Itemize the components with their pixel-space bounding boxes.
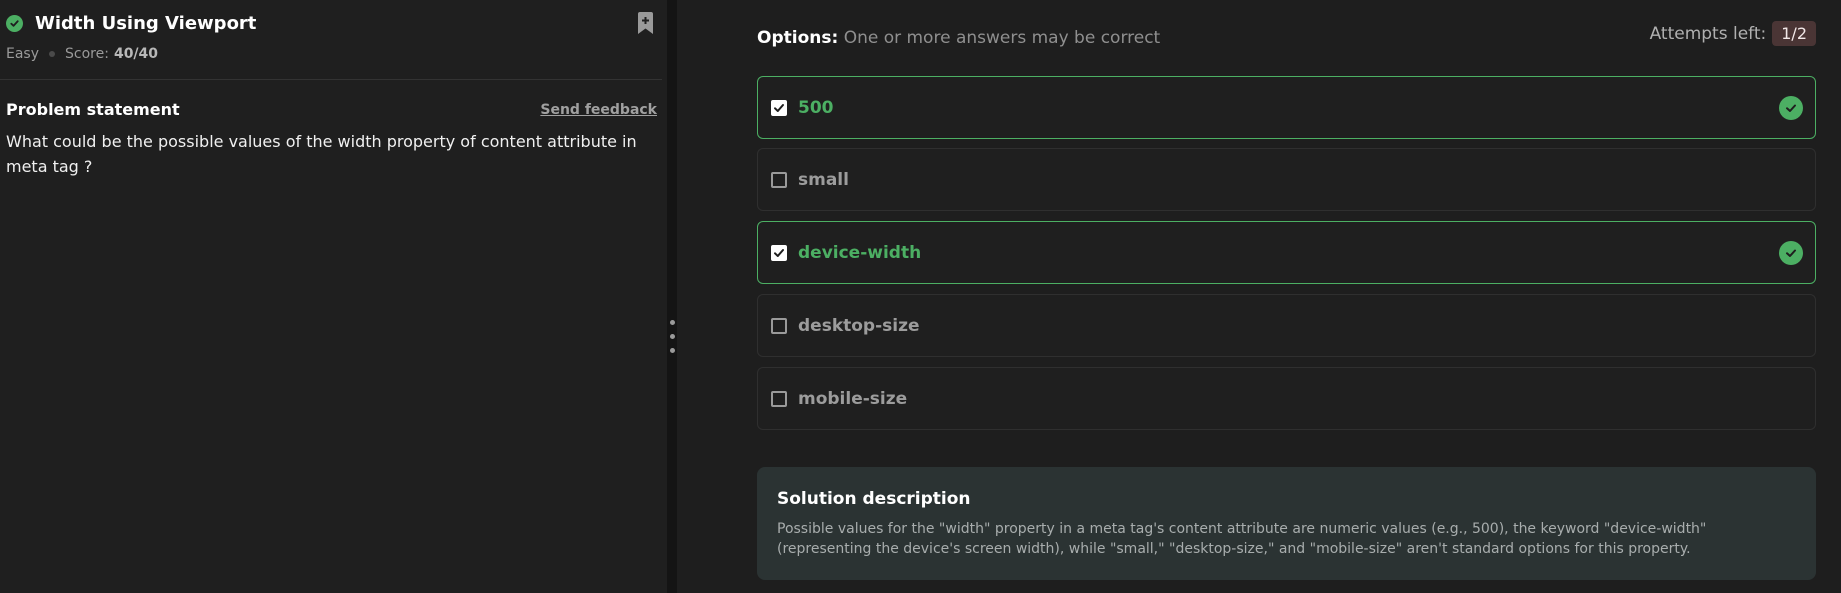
solution-text: Possible values for the "width" property… xyxy=(777,521,1707,557)
score-value: 40/40 xyxy=(113,46,159,62)
drag-handle-icon[interactable] xyxy=(670,320,675,353)
correct-check-icon xyxy=(1779,240,1803,265)
score-label: Score: xyxy=(65,46,109,62)
attempts-label: Attempts left: xyxy=(1649,23,1767,44)
check-circle-icon xyxy=(6,15,23,32)
option-row[interactable]: desktop-size xyxy=(757,294,1816,357)
correct-check-icon xyxy=(1779,95,1803,120)
checkbox-icon[interactable] xyxy=(771,171,787,188)
problem-meta: Easy Score: 40/40 xyxy=(6,46,657,62)
solution-box: Solution description Possible values for… xyxy=(757,467,1816,580)
checkbox-icon[interactable] xyxy=(771,317,787,334)
send-feedback-link[interactable]: Send feedback xyxy=(540,102,657,118)
option-label: mobile-size xyxy=(798,388,908,409)
option-row[interactable]: small xyxy=(757,148,1816,211)
problem-panel: Width Using Viewport Easy Score: 40/40 P… xyxy=(0,0,667,593)
app: Width Using Viewport Easy Score: 40/40 P… xyxy=(0,0,1841,593)
attempts-badge: 1/2 xyxy=(1772,21,1816,46)
checkbox-icon[interactable] xyxy=(771,390,787,407)
options-panel: Options: One or more answers may be corr… xyxy=(677,0,1841,593)
problem-title: Width Using Viewport xyxy=(35,13,257,34)
question-text: What could be the possible values of the… xyxy=(6,132,637,176)
divider xyxy=(0,79,662,80)
title-row: Width Using Viewport xyxy=(6,10,657,37)
option-row[interactable]: 500 xyxy=(757,76,1816,139)
option-row[interactable]: device-width xyxy=(757,221,1816,284)
statement-header: Problem statement Send feedback xyxy=(6,100,657,119)
option-label: small xyxy=(798,169,849,190)
option-label: desktop-size xyxy=(798,315,920,336)
bookmark-add-icon[interactable] xyxy=(636,12,655,35)
option-label: 500 xyxy=(798,97,834,118)
option-label: device-width xyxy=(798,242,922,263)
solution-title: Solution description xyxy=(777,489,971,509)
options-label: Options: xyxy=(757,28,839,48)
checkbox-checked-icon[interactable] xyxy=(771,244,787,261)
options-heading: Options: One or more answers may be corr… xyxy=(757,28,1160,48)
statement-heading: Problem statement xyxy=(6,100,180,119)
panel-splitter[interactable] xyxy=(667,0,677,593)
option-row[interactable]: mobile-size xyxy=(757,367,1816,430)
separator-dot xyxy=(49,51,56,57)
difficulty-label: Easy xyxy=(6,46,40,62)
options-hint: One or more answers may be correct xyxy=(843,28,1161,48)
checkbox-checked-icon[interactable] xyxy=(771,99,787,116)
attempts-indicator: Attempts left: 1/2 xyxy=(1650,21,1816,46)
